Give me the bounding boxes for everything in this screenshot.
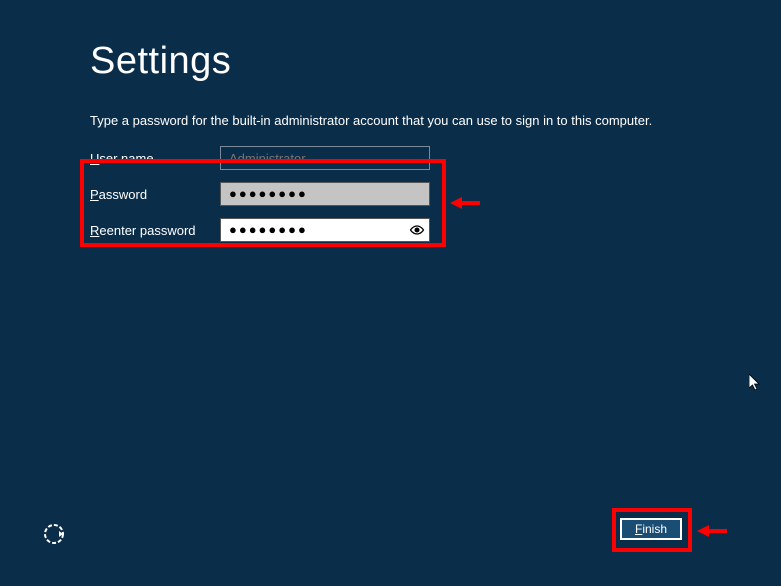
username-input: [220, 146, 430, 170]
password-label: Password: [90, 187, 220, 202]
reveal-password-icon[interactable]: [409, 222, 425, 238]
ease-of-access-icon[interactable]: [42, 522, 66, 546]
description-text: Type a password for the built-in adminis…: [90, 113, 691, 128]
username-label: User name: [90, 151, 220, 166]
username-row: User name: [90, 146, 691, 170]
reenter-input[interactable]: ●●●●●●●●: [220, 218, 430, 242]
reenter-label: Reenter password: [90, 223, 220, 238]
password-input[interactable]: ●●●●●●●●: [220, 182, 430, 206]
annotation-arrow-finish: [697, 524, 727, 543]
page-title: Settings: [90, 40, 691, 83]
password-row: Password ●●●●●●●●: [90, 182, 691, 206]
reenter-row: Reenter password ●●●●●●●●: [90, 218, 691, 242]
finish-button[interactable]: Finish: [620, 518, 682, 540]
mouse-cursor-icon: [749, 374, 763, 397]
